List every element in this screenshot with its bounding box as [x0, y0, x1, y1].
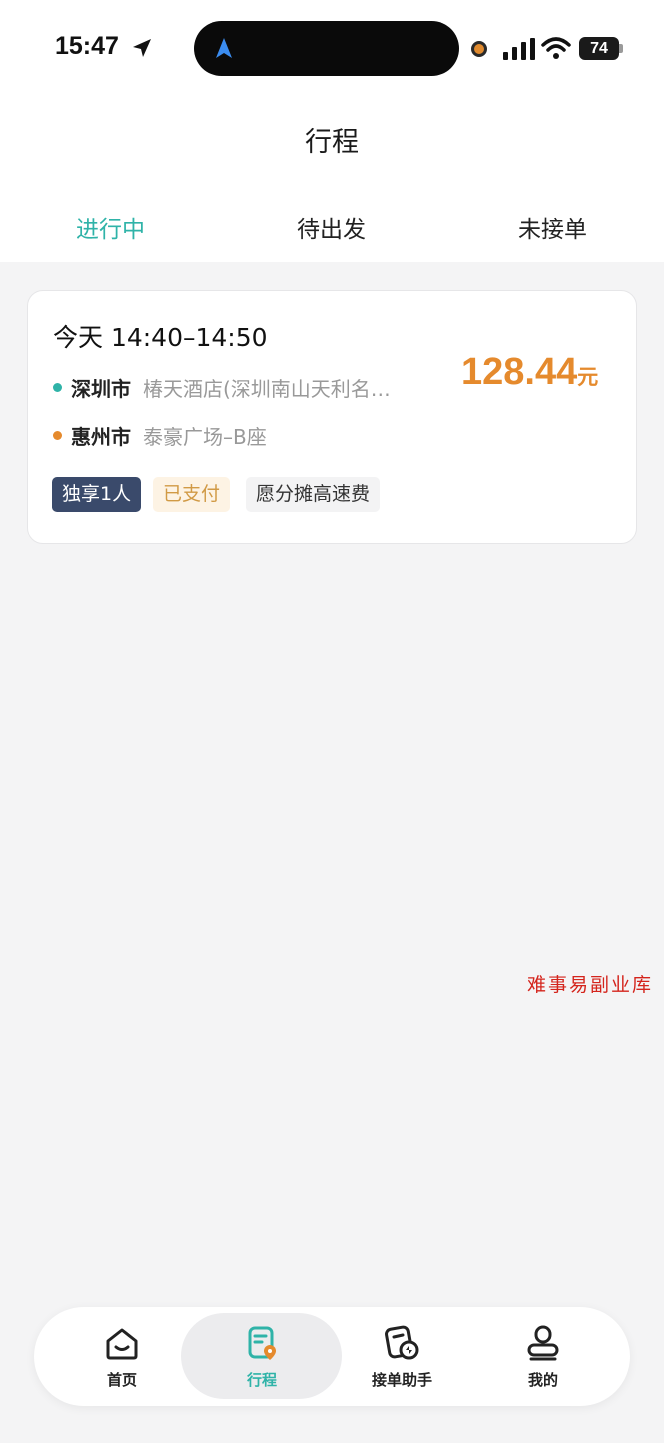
- destination-address: 泰豪广场–B座: [143, 425, 267, 449]
- wifi-icon: [541, 37, 571, 59]
- nav-item-order-assistant[interactable]: 接单助手: [352, 1325, 452, 1395]
- status-bar: 15:47 74: [0, 0, 664, 96]
- tag-paid: 已支付: [153, 477, 231, 512]
- destination-row: 惠州市 泰豪广场–B座: [53, 421, 267, 450]
- bottom-nav: 首页 行程 接单助手 我的: [34, 1307, 630, 1406]
- tag-share-toll: 愿分摊高速费: [246, 477, 381, 512]
- price-amount: 128.44: [461, 351, 578, 393]
- nav-item-trip[interactable]: 行程: [212, 1325, 312, 1395]
- nav-label-trip: 行程: [246, 1371, 277, 1389]
- trip-price: 128.44元: [461, 351, 598, 394]
- destination-city: 惠州市: [71, 425, 131, 449]
- nav-label-profile: 我的: [527, 1371, 558, 1389]
- watermark-text: 难事易副业库: [527, 974, 654, 996]
- nav-item-profile[interactable]: 我的: [493, 1325, 593, 1395]
- tag-exclusive: 独享1人: [52, 477, 142, 512]
- battery-level: 74: [590, 39, 608, 57]
- header-area: 15:47 74 行程 进行中 待出发 未接单: [0, 0, 664, 262]
- page-title: 行程: [305, 127, 359, 158]
- status-time: 15:47: [55, 32, 119, 60]
- trip-time-range: 今天 14:40–14:50: [53, 323, 268, 352]
- recording-indicator-icon: [471, 41, 487, 57]
- navigation-icon: [216, 38, 232, 58]
- nav-label-order-assistant: 接单助手: [371, 1371, 432, 1389]
- nav-item-home[interactable]: 首页: [72, 1325, 172, 1395]
- price-unit: 元: [577, 366, 599, 389]
- tab-in-progress[interactable]: 进行中: [76, 210, 145, 244]
- origin-address: 椿天酒店(深圳南山天利名…: [143, 377, 391, 401]
- location-arrow-icon: [133, 39, 151, 57]
- battery-icon: 74: [579, 37, 619, 60]
- tab-not-accepted[interactable]: 未接单: [518, 210, 587, 244]
- trip-icon: [248, 1326, 276, 1360]
- tab-pending-departure[interactable]: 待出发: [297, 210, 366, 244]
- cellular-signal-icon: [503, 38, 535, 60]
- trip-card[interactable]: 今天 14:40–14:50 深圳市 椿天酒店(深圳南山天利名… 惠州市 泰豪广…: [27, 290, 637, 544]
- dynamic-island: [194, 21, 459, 76]
- origin-row: 深圳市 椿天酒店(深圳南山天利名…: [53, 373, 391, 402]
- origin-dot-icon: [53, 383, 62, 392]
- destination-dot-icon: [53, 431, 62, 440]
- order-assistant-icon: [385, 1325, 419, 1360]
- origin-city: 深圳市: [71, 377, 131, 401]
- home-icon: [106, 1328, 138, 1360]
- profile-icon: [527, 1325, 559, 1361]
- nav-label-home: 首页: [106, 1371, 137, 1389]
- battery-cap: [619, 44, 623, 53]
